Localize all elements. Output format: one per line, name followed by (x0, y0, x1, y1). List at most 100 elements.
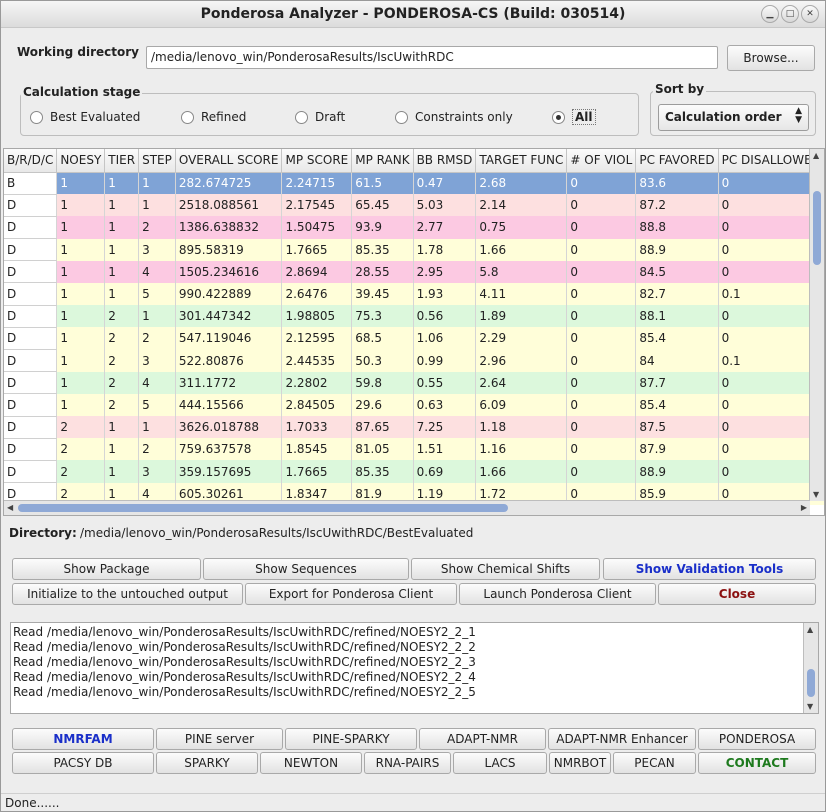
vertical-scroll-thumb[interactable] (813, 191, 821, 265)
table-cell: 1 (138, 172, 176, 195)
column-header[interactable]: OVERALL SCORE (175, 149, 283, 173)
export-client-button[interactable]: Export for Ponderosa Client (245, 583, 457, 605)
table-row[interactable]: D 1 2 1 301.447342 1.98805 75.3 0.56 1.89 0 88.1 0 (4, 305, 824, 328)
show-sequences-button[interactable]: Show Sequences (203, 558, 409, 580)
close-button[interactable]: Close (658, 583, 816, 605)
close-window-icon[interactable]: ✕ (801, 5, 819, 23)
scroll-down-icon[interactable]: ▼ (807, 702, 813, 711)
column-header[interactable]: BB RMSD (413, 149, 477, 173)
status-bar: Done...... (1, 793, 825, 812)
horizontal-scrollbar[interactable]: ◀ ▶ (4, 500, 810, 515)
radio-best-evaluated[interactable]: Best Evaluated (30, 110, 140, 124)
table-cell: 5.8 (475, 260, 568, 283)
table-cell: 1.7665 (281, 460, 353, 483)
table-cell: 85.4 (635, 393, 719, 417)
link-button-pacsy-db[interactable]: PACSY DB (12, 752, 154, 774)
table-cell: 0 (566, 438, 637, 461)
link-button-sparky[interactable]: SPARKY (156, 752, 258, 774)
table-row[interactable]: D 1 1 4 1505.234616 2.8694 28.55 2.95 5.8 0 84.5 0 (4, 260, 824, 284)
radio-constraints-only[interactable]: Constraints only (395, 110, 513, 124)
show-package-button[interactable]: Show Package (12, 558, 201, 580)
table-row[interactable]: D 1 2 3 522.80876 2.44535 50.3 0.99 2.96 0 84 0.1 (4, 349, 824, 373)
table-cell: 2 (104, 349, 140, 372)
show-chemical-shifts-button[interactable]: Show Chemical Shifts (411, 558, 600, 580)
calculation-stage-title: Calculation stage (21, 85, 143, 99)
column-header[interactable]: MP RANK (351, 149, 414, 173)
table-cell: 87.9 (635, 438, 719, 461)
table-row[interactable]: D 1 1 3 895.58319 1.7665 85.35 1.78 1.66 0 88.9 0 (4, 238, 824, 262)
link-button-adapt-nmr[interactable]: ADAPT-NMR (419, 728, 546, 750)
column-header[interactable]: NOESY (56, 149, 106, 173)
scroll-right-icon[interactable]: ▶ (801, 503, 807, 512)
vertical-scrollbar[interactable]: ▲ ▼ (809, 149, 824, 501)
table-row[interactable]: D 1 1 2 1386.638832 1.50475 93.9 2.77 0.75 0 88.8 0 (4, 216, 824, 240)
table-cell: 2 (56, 416, 106, 439)
maximize-icon[interactable]: □ (781, 5, 799, 23)
link-button-pine-server[interactable]: PINE server (156, 728, 283, 750)
table-row[interactable]: D 2 1 2 759.637578 1.8545 81.05 1.51 1.16 0 87.9 0 (4, 438, 824, 461)
radio-all[interactable]: All (552, 109, 596, 125)
working-directory-input[interactable]: /media/lenovo_win/PonderosaResults/IscUw… (146, 46, 718, 69)
scroll-up-icon[interactable]: ▲ (813, 151, 819, 160)
table-cell: 282.674725 (175, 172, 283, 195)
table-cell: 0.56 (413, 305, 477, 328)
column-header[interactable]: STEP (138, 149, 176, 173)
horizontal-scroll-thumb[interactable] (18, 504, 508, 512)
table-cell: 1 (56, 216, 106, 239)
link-button-rna-pairs[interactable]: RNA-PAIRS (364, 752, 451, 774)
table-cell: 1 (56, 172, 106, 195)
link-button-pecan[interactable]: PECAN (613, 752, 696, 774)
scroll-down-icon[interactable]: ▼ (813, 490, 819, 499)
link-button-newton[interactable]: NEWTON (260, 752, 362, 774)
table-cell: 1 (138, 305, 176, 328)
table-cell: 1 (104, 194, 140, 217)
link-button-lacs[interactable]: LACS (453, 752, 547, 774)
link-button-pine-sparky[interactable]: PINE-SPARKY (285, 728, 417, 750)
table-cell: 2 (56, 460, 106, 483)
column-header[interactable]: PC FAVORED (635, 149, 719, 173)
table-cell: 2.12595 (281, 327, 353, 350)
table-row[interactable]: D 2 1 1 3626.018788 1.7033 87.65 7.25 1.18 0 87.5 0 (4, 416, 824, 439)
initialize-button[interactable]: Initialize to the untouched output (12, 583, 243, 605)
table-row[interactable]: D 1 2 5 444.15566 2.84505 29.6 0.63 6.09 0 85.4 0 (4, 393, 824, 417)
column-header[interactable]: B/R/D/C (4, 149, 58, 173)
link-button-nmrfam[interactable]: NMRFAM (12, 728, 154, 750)
scroll-left-icon[interactable]: ◀ (7, 503, 13, 512)
show-validation-tools-button[interactable]: Show Validation Tools (603, 558, 816, 580)
table-cell: 1.7033 (281, 416, 353, 439)
log-output[interactable]: Read /media/lenovo_win/PonderosaResults/… (10, 622, 819, 714)
table-cell: 1 (56, 238, 106, 261)
log-scroll-thumb[interactable] (807, 669, 815, 697)
column-header[interactable]: TARGET FUNC (475, 149, 568, 173)
column-header[interactable]: # OF VIOL (566, 149, 637, 173)
table-row[interactable]: D 2 1 3 359.157695 1.7665 85.35 0.69 1.66 0 88.9 0 (4, 460, 824, 484)
table-cell: 88.9 (635, 238, 719, 261)
log-scrollbar[interactable]: ▲ ▼ (803, 623, 818, 713)
sort-by-select[interactable]: Calculation order ▲ ▼ (658, 104, 809, 131)
table-cell: 359.157695 (175, 460, 283, 483)
link-button-ponderosa[interactable]: PONDEROSA (698, 728, 816, 750)
table-row[interactable]: D 1 1 1 2518.088561 2.17545 65.45 5.03 2.14 0 87.2… (4, 194, 824, 217)
column-header[interactable]: TIER (104, 149, 140, 173)
radio-draft[interactable]: Draft (295, 110, 345, 124)
table-cell: 1 (104, 460, 140, 483)
radio-refined[interactable]: Refined (181, 110, 246, 124)
column-header[interactable]: MP SCORE (281, 149, 353, 173)
table-cell: 0 (566, 260, 637, 283)
link-button-nmrbot[interactable]: NMRBOT (549, 752, 611, 774)
table-cell: 0 (566, 349, 637, 372)
scroll-up-icon[interactable]: ▲ (807, 625, 813, 634)
table-cell: 3 (138, 460, 176, 483)
launch-client-button[interactable]: Launch Ponderosa Client (459, 583, 656, 605)
table-cell: 1 (104, 172, 140, 195)
link-button-contact[interactable]: CONTACT (698, 752, 816, 774)
table-cell: 59.8 (351, 371, 414, 394)
table-cell: 1 (104, 416, 140, 439)
table-row[interactable]: D 1 2 4 311.1772 2.2802 59.8 0.55 2.64 0 87.7 0 (4, 371, 824, 395)
link-button-adapt-nmr-enhancer[interactable]: ADAPT-NMR Enhancer (548, 728, 696, 750)
table-row[interactable]: D 1 1 5 990.422889 2.6476 39.45 1.93 4.11 0 82.7 0.… (4, 282, 824, 306)
table-row[interactable]: D 1 2 2 547.119046 2.12595 68.5 1.06 2.29 0 85.4 0 (4, 327, 824, 351)
table-row[interactable]: B 1 1 1 282.674725 2.24715 61.5 0.47 2.68 0 83.6 0 (4, 172, 824, 195)
minimize-icon[interactable]: ▁ (761, 5, 779, 23)
browse-button[interactable]: Browse... (727, 45, 815, 71)
